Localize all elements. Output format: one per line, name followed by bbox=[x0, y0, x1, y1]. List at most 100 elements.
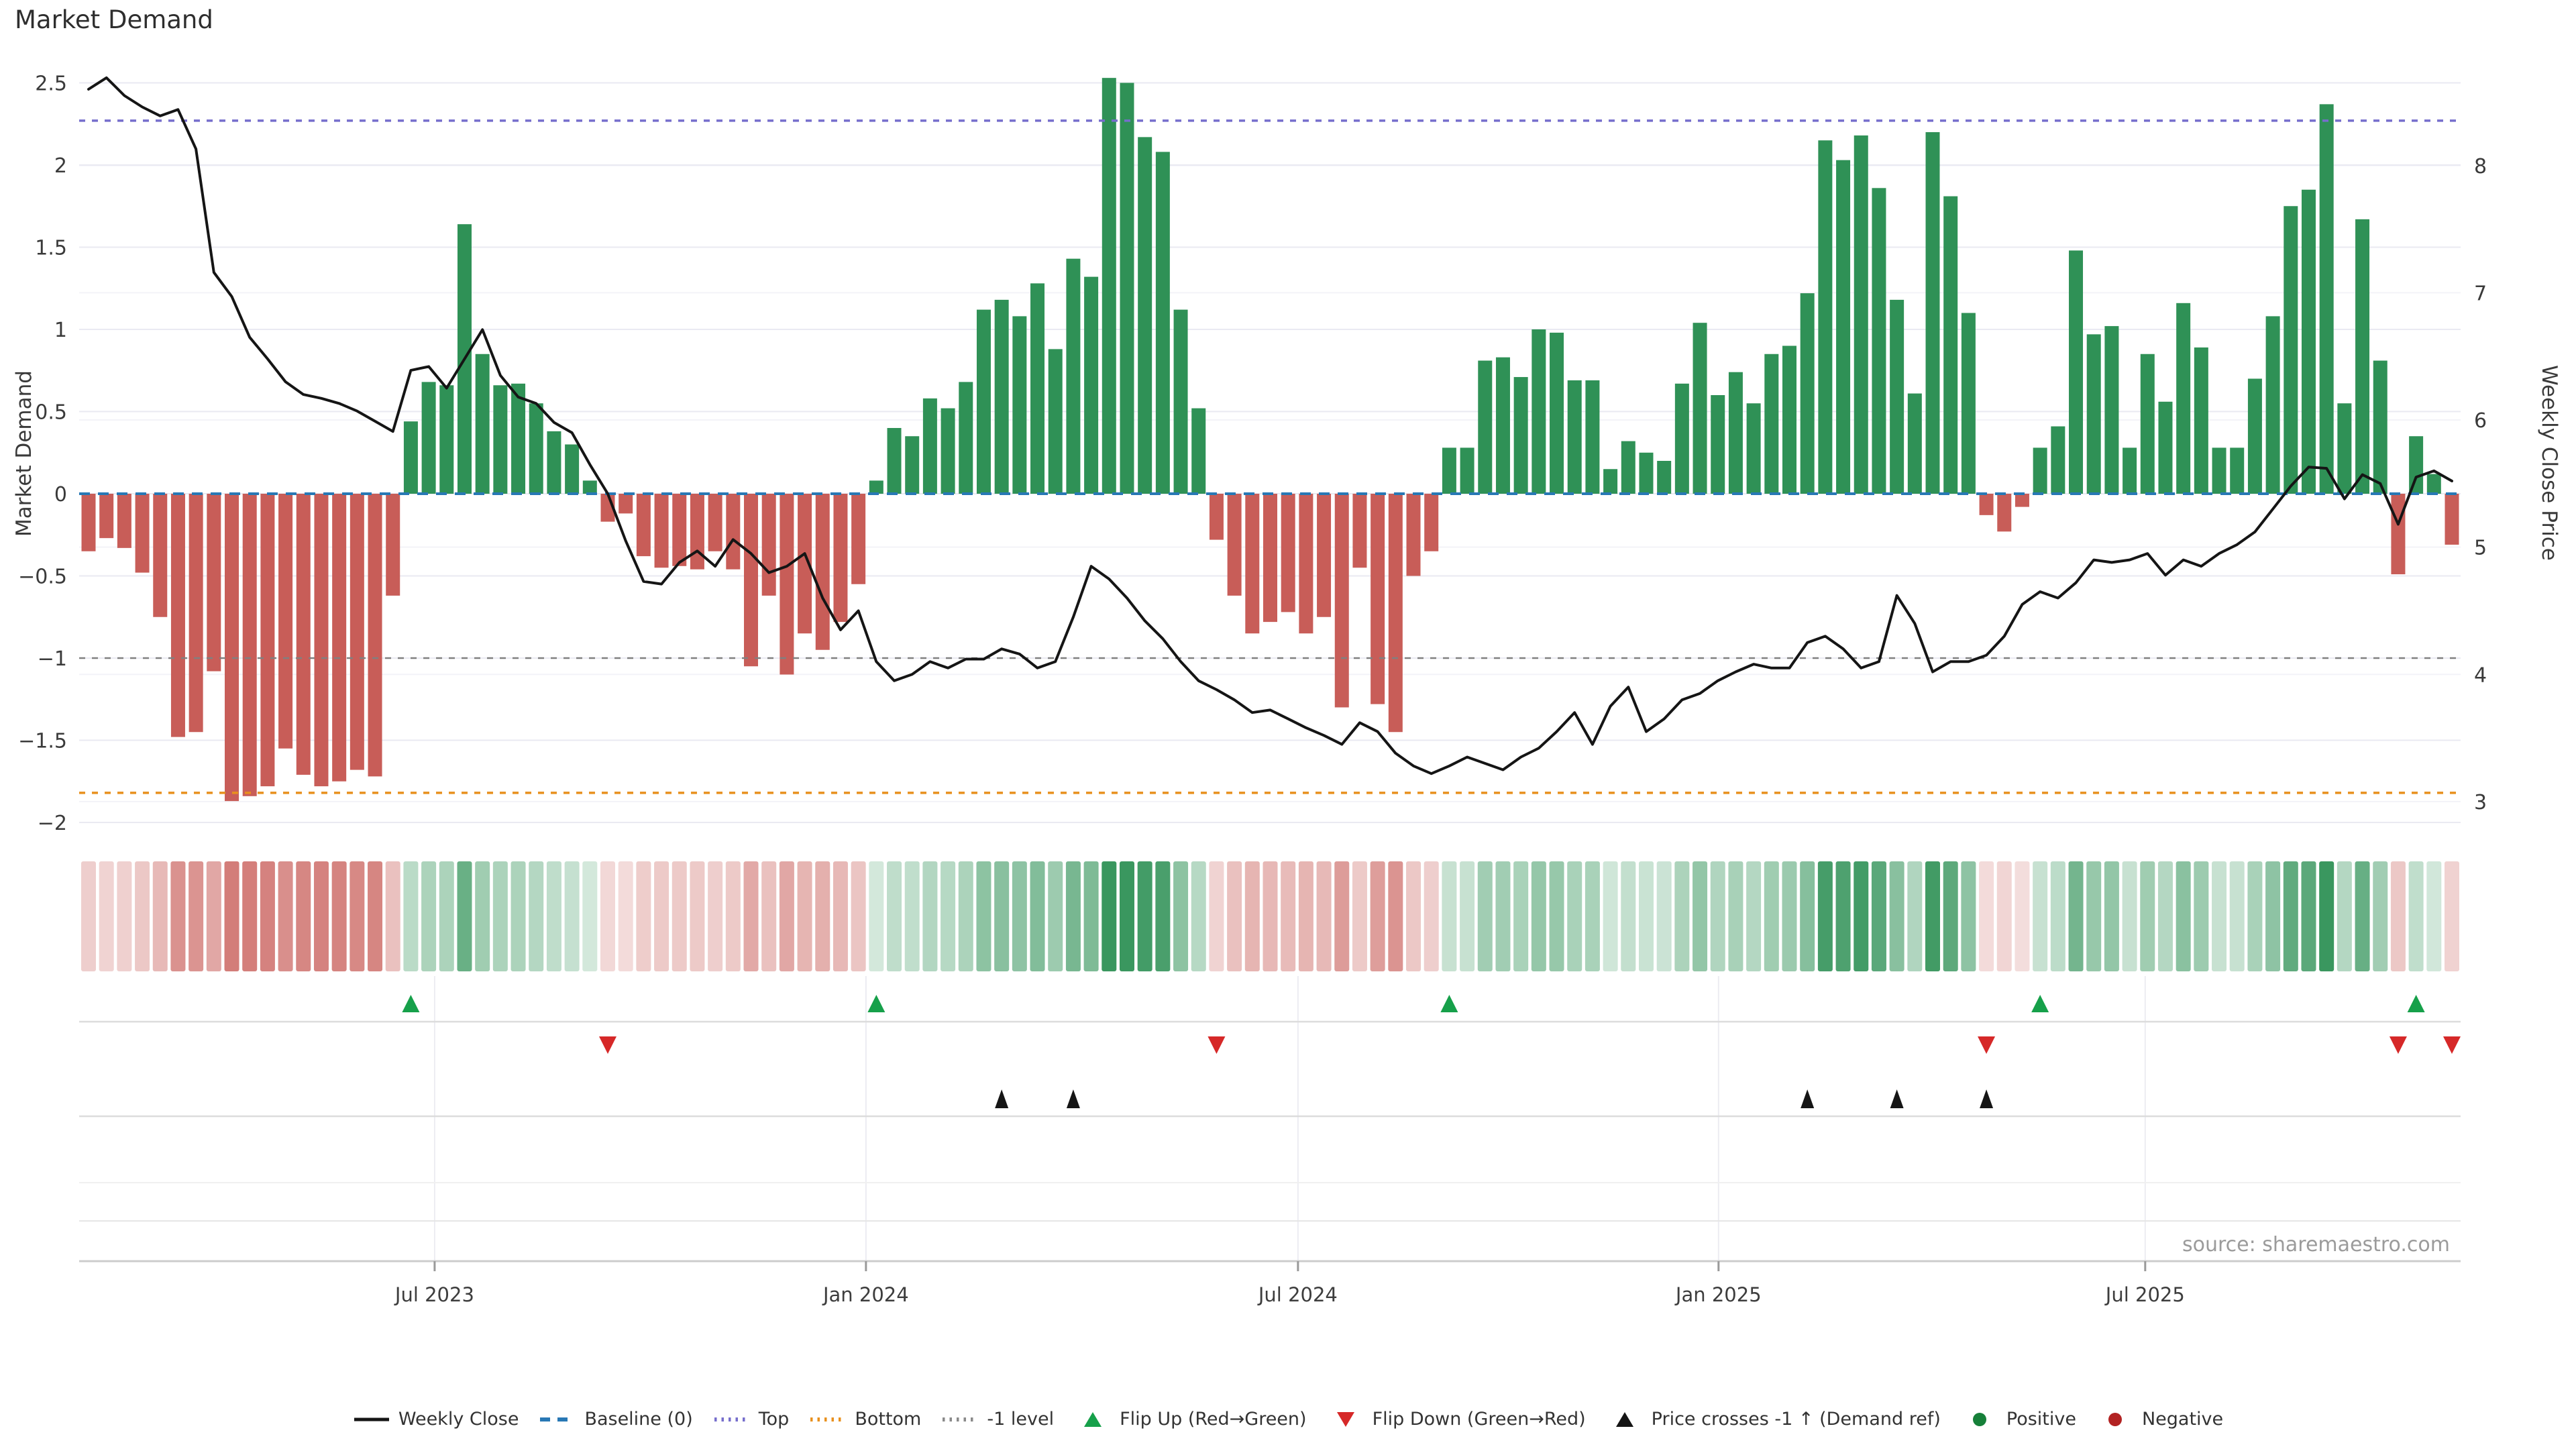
flip-down-marker-icon bbox=[2443, 1036, 2461, 1054]
heatmap-cell bbox=[1263, 861, 1278, 971]
heatmap-cell bbox=[1943, 861, 1958, 971]
svg-text:Jul 2023: Jul 2023 bbox=[394, 1283, 474, 1306]
heatmap-cell bbox=[1836, 861, 1851, 971]
demand-bar-negative bbox=[672, 494, 686, 566]
heatmap-cell bbox=[2104, 861, 2119, 971]
heatmap-cell bbox=[1012, 861, 1027, 971]
demand-bar-negative bbox=[655, 494, 669, 568]
price-cross-marker-icon bbox=[1801, 1089, 1814, 1108]
demand-bar-positive bbox=[2320, 104, 2334, 494]
heatmap-cell bbox=[2445, 861, 2459, 971]
demand-bar-negative bbox=[82, 494, 96, 551]
demand-bar-positive bbox=[1138, 137, 1152, 494]
demand-bar-negative bbox=[136, 494, 150, 573]
demand-bar-positive bbox=[2104, 326, 2118, 494]
heatmap-cell bbox=[1550, 861, 1564, 971]
demand-bar-positive bbox=[1854, 136, 1868, 494]
heatmap-cell bbox=[547, 861, 561, 971]
demand-bar-positive bbox=[2302, 190, 2316, 494]
combo-chart: −2−1.5−1−0.500.511.522.5345678Jul 2023Ja… bbox=[0, 0, 2576, 1449]
heatmap-cell bbox=[1693, 861, 1707, 971]
demand-bar-positive bbox=[493, 385, 507, 494]
heatmap-cell bbox=[81, 861, 96, 971]
demand-bar-negative bbox=[726, 494, 740, 570]
demand-bar-positive bbox=[1872, 188, 1886, 494]
demand-bar-positive bbox=[2427, 474, 2441, 494]
svg-text:2.5: 2.5 bbox=[35, 72, 67, 96]
heatmap-cell bbox=[2319, 861, 2334, 971]
heatmap-cell bbox=[1102, 861, 1116, 971]
heatmap-cell bbox=[99, 861, 114, 971]
svg-text:3: 3 bbox=[2474, 791, 2487, 814]
demand-bar-negative bbox=[260, 494, 274, 786]
demand-bar-negative bbox=[1389, 494, 1403, 732]
demand-bar-positive bbox=[1729, 372, 1743, 494]
price-cross-marker-icon bbox=[995, 1089, 1008, 1108]
heatmap-cell bbox=[1961, 861, 1976, 971]
demand-bar-positive bbox=[1478, 361, 1492, 494]
demand-bar-positive bbox=[1460, 447, 1474, 494]
demand-bar-negative bbox=[189, 494, 203, 732]
demand-bar-positive bbox=[1764, 354, 1778, 494]
heatmap-cell bbox=[1460, 861, 1474, 971]
demand-bar-positive bbox=[1568, 380, 1582, 494]
demand-bar-negative bbox=[1980, 494, 1994, 515]
heatmap-cell bbox=[350, 861, 364, 971]
demand-bar-negative bbox=[1317, 494, 1331, 617]
heatmap-cell bbox=[2212, 861, 2226, 971]
heatmap-cell bbox=[170, 861, 185, 971]
demand-bar-negative bbox=[744, 494, 758, 666]
heatmap-cell bbox=[905, 861, 920, 971]
legend-label: Flip Up (Red→Green) bbox=[1120, 1409, 1307, 1430]
demand-bar-negative bbox=[833, 494, 847, 622]
heatmap-cell bbox=[761, 861, 776, 971]
demand-bar-positive bbox=[959, 382, 973, 494]
heatmap-cell bbox=[2069, 861, 2084, 971]
heatmap-cell bbox=[1173, 861, 1188, 971]
demand-bar-positive bbox=[1908, 394, 1922, 494]
heatmap-cell bbox=[1191, 861, 1206, 971]
demand-bar-positive bbox=[1711, 395, 1725, 494]
flip-up-marker-icon bbox=[1440, 995, 1458, 1012]
demand-bar-positive bbox=[2087, 334, 2101, 494]
demand-bar-negative bbox=[153, 494, 167, 617]
demand-bar-positive bbox=[1943, 197, 1957, 494]
svg-text:0: 0 bbox=[54, 483, 67, 506]
demand-bar-positive bbox=[1532, 329, 1546, 494]
tri-down-icon bbox=[1327, 1409, 1364, 1430]
demand-bar-positive bbox=[1621, 441, 1635, 494]
heatmap-cell bbox=[1925, 861, 1940, 971]
legend-label: Bottom bbox=[855, 1409, 921, 1430]
heatmap-cell bbox=[439, 861, 454, 971]
demand-bar-positive bbox=[888, 428, 902, 494]
circle-icon bbox=[1961, 1409, 1998, 1430]
flip-up-marker-icon bbox=[2408, 995, 2425, 1012]
demand-bar-negative bbox=[1352, 494, 1366, 568]
demand-bar-negative bbox=[1245, 494, 1259, 633]
legend-item-0: Weekly Close bbox=[353, 1409, 519, 1430]
heatmap-cell bbox=[1711, 861, 1725, 971]
heatmap-cell bbox=[2140, 861, 2155, 971]
legend-item-9: Negative bbox=[2096, 1409, 2223, 1430]
heatmap-cell bbox=[153, 861, 168, 971]
demand-bar-positive bbox=[1550, 333, 1564, 494]
demand-bar-positive bbox=[923, 398, 937, 494]
heatmap-cell bbox=[1442, 861, 1456, 971]
chart-legend: Weekly CloseBaseline (0)TopBottom-1 leve… bbox=[0, 1409, 2576, 1430]
heatmap-cell bbox=[941, 861, 955, 971]
demand-bar-negative bbox=[332, 494, 346, 782]
left-axis-label: Market Demand bbox=[12, 370, 36, 537]
svg-text:5: 5 bbox=[2474, 537, 2487, 560]
demand-bar-negative bbox=[350, 494, 364, 770]
svg-text:2: 2 bbox=[54, 154, 67, 178]
heatmap-cell bbox=[815, 861, 830, 971]
legend-label: Flip Down (Green→Red) bbox=[1373, 1409, 1586, 1430]
heatmap-cell bbox=[1406, 861, 1421, 971]
demand-bar-positive bbox=[2266, 316, 2280, 494]
heatmap-cell bbox=[242, 861, 257, 971]
demand-bar-positive bbox=[1514, 377, 1528, 494]
heatmap-cell bbox=[1227, 861, 1242, 971]
demand-bar-negative bbox=[690, 494, 704, 570]
heatmap-cell bbox=[565, 861, 580, 971]
demand-bar-positive bbox=[529, 403, 543, 494]
